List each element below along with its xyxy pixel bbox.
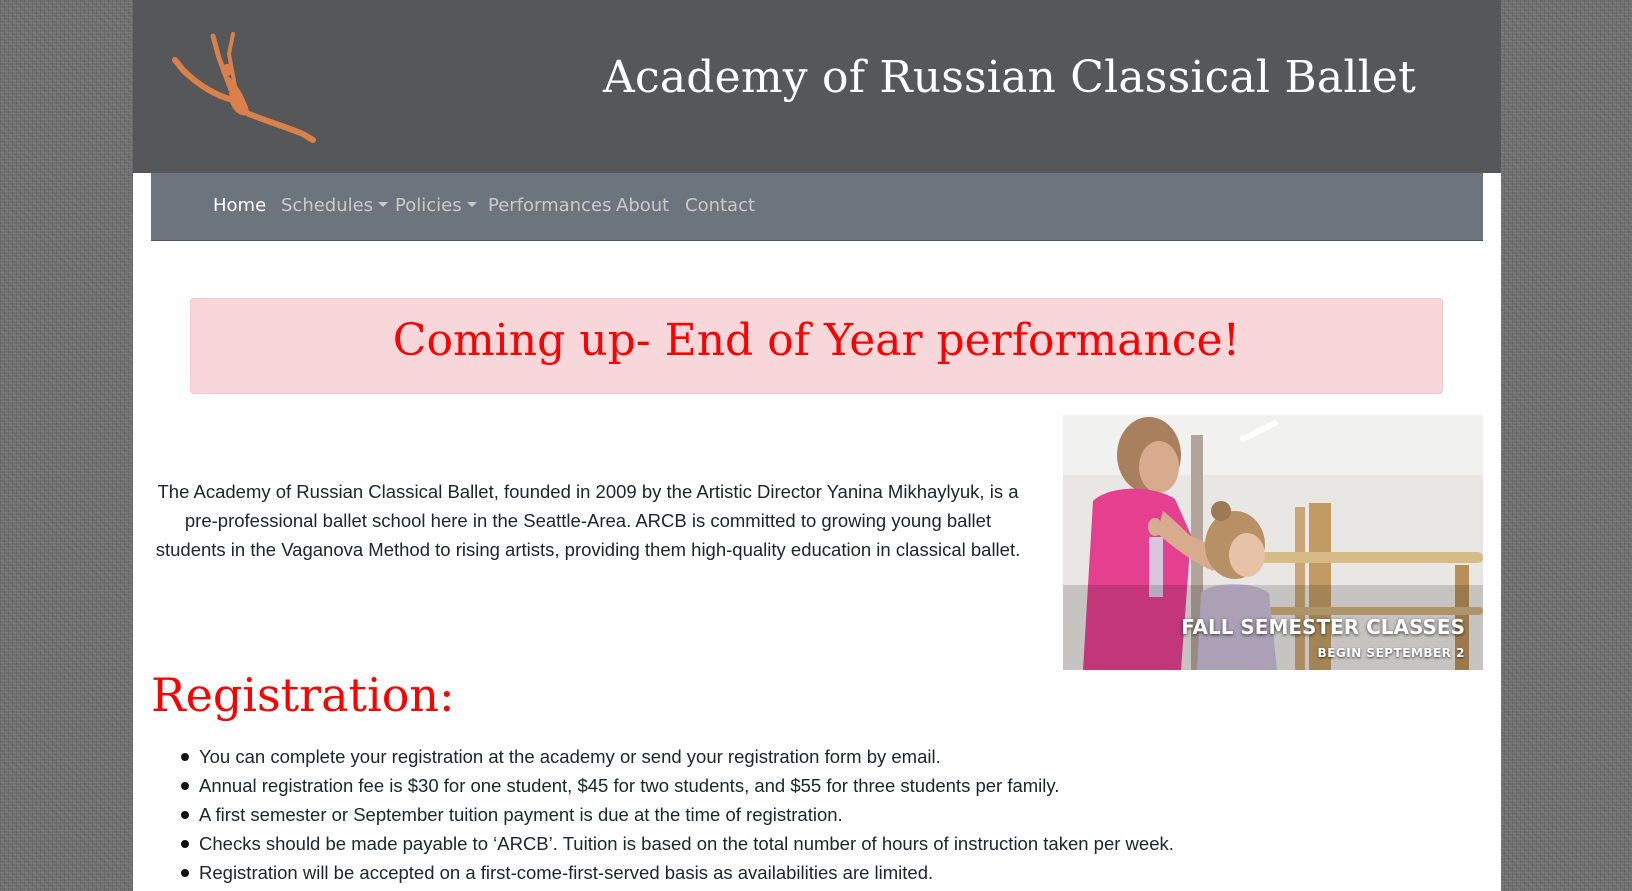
announcement-alert: Coming up- End of Year performance! [190,298,1443,394]
page-container: Academy of Russian Classical Ballet Home… [133,0,1501,891]
list-item: Registration will be accepted on a first… [133,858,1174,887]
nav-item-performances[interactable]: Performances [488,195,611,216]
list-item: Checks should be made payable to ‘ARCB’.… [133,829,1174,858]
bullet-icon [181,869,189,877]
registration-heading: Registration: [151,668,455,722]
site-header: Academy of Russian Classical Ballet [133,0,1501,173]
nav-item-contact[interactable]: Contact [685,195,755,216]
list-item-text: A first semester or September tuition pa… [199,804,843,825]
intro-paragraph: The Academy of Russian Classical Ballet,… [155,481,1021,560]
registration-list: You can complete your registration at th… [133,742,1174,887]
chevron-down-icon [378,202,389,207]
nav-item-policies[interactable]: Policies [395,195,477,216]
announcement-text: Coming up- End of Year performance! [392,315,1241,366]
list-item-text: Registration will be accepted on a first… [199,862,934,883]
nav-item-label: Schedules [281,195,374,216]
nav-item-label: Performances [488,195,612,216]
site-title: Academy of Russian Classical Ballet [603,52,1417,103]
list-item-text: Checks should be made payable to ‘ARCB’.… [199,833,1174,854]
nav-item-about[interactable]: About [616,195,669,216]
bullet-icon [181,840,189,848]
ballet-dancer-leap-icon[interactable] [169,30,319,150]
chevron-down-icon [466,202,477,207]
promo-caption-subtitle: BEGIN SEPTEMBER 2 [1317,646,1465,660]
main-navbar: Home Schedules Policies Performances Abo… [151,173,1483,241]
list-item: Annual registration fee is $30 for one s… [133,771,1174,800]
nav-item-home[interactable]: Home [213,195,266,216]
nav-item-label: Policies [395,195,462,216]
nav-item-label: Home [213,195,267,216]
bullet-icon [181,811,189,819]
fall-classes-promo-image[interactable]: FALL SEMESTER CLASSES BEGIN SEPTEMBER 2 [1063,415,1483,670]
nav-item-schedules[interactable]: Schedules [281,195,389,216]
list-item-text: Annual registration fee is $30 for one s… [199,775,1060,796]
list-item: A first semester or September tuition pa… [133,800,1174,829]
bullet-icon [181,753,189,761]
list-item-text: You can complete your registration at th… [199,746,941,767]
nav-item-label: Contact [685,195,756,216]
promo-caption-title: FALL SEMESTER CLASSES [1181,615,1465,639]
nav-item-label: About [616,195,670,216]
list-item: You can complete your registration at th… [133,742,1174,771]
bullet-icon [181,782,189,790]
